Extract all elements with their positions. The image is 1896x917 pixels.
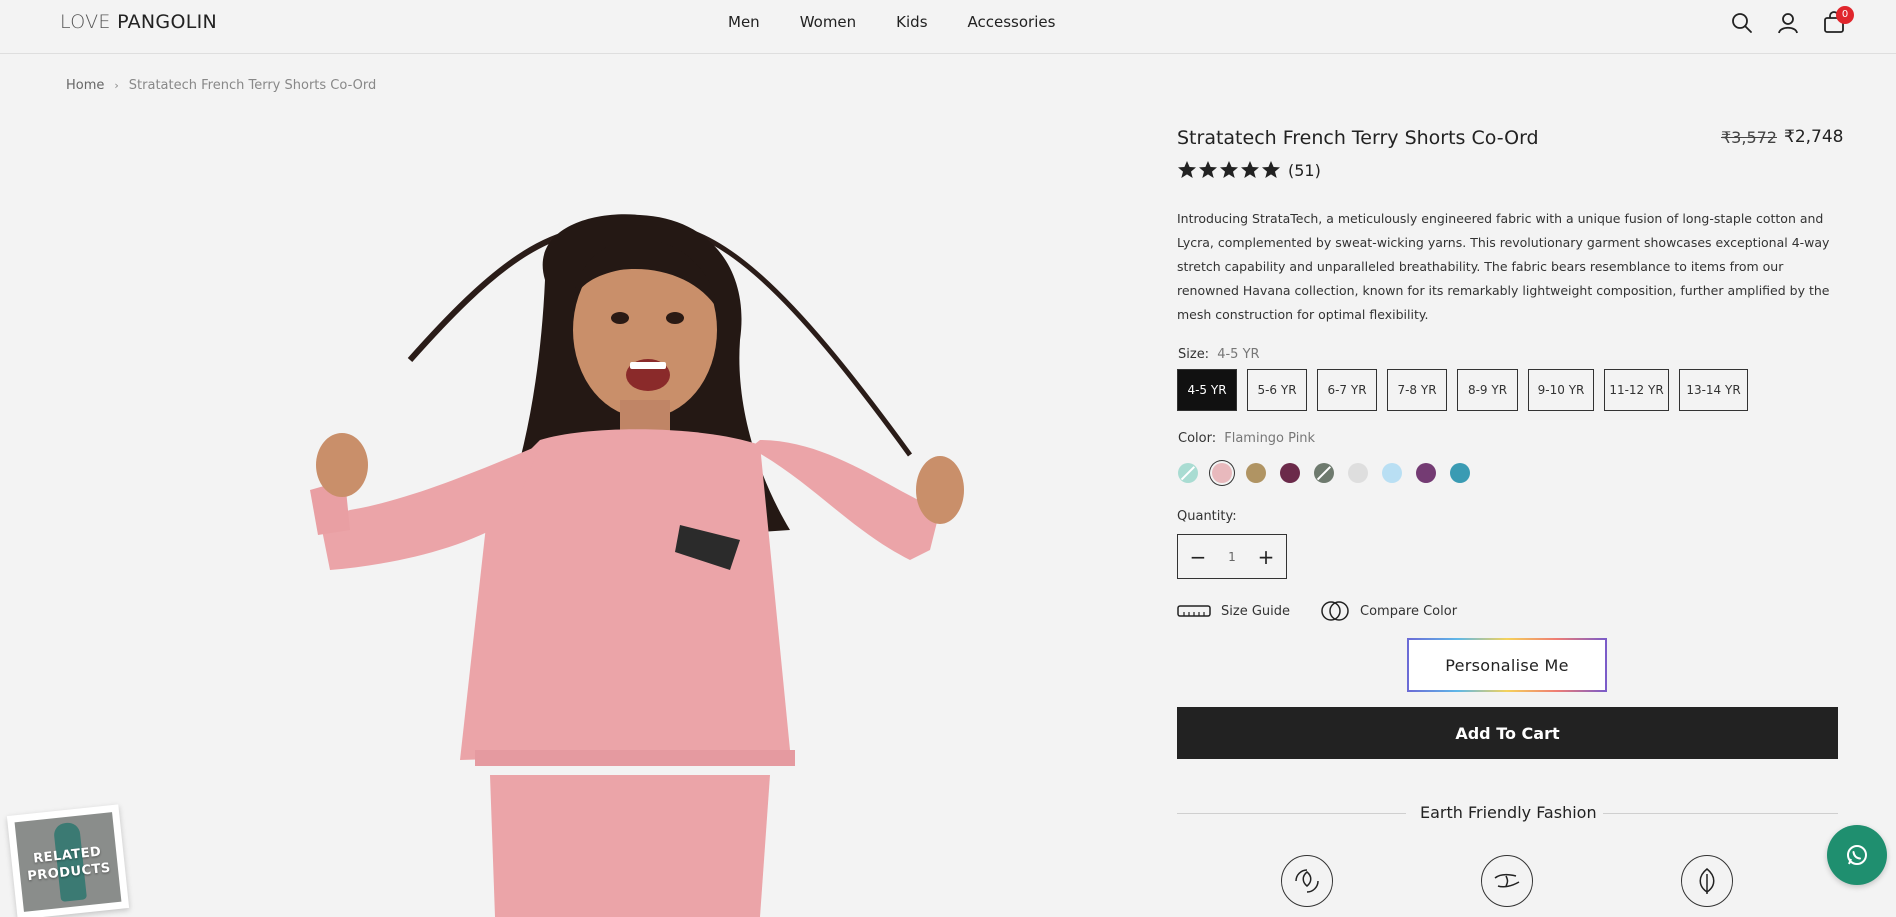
size-option-7-8[interactable]: 7-8 YR <box>1387 369 1447 411</box>
size-option-11-12[interactable]: 11-12 YR <box>1604 369 1669 411</box>
color-label-text: Color: <box>1178 431 1217 446</box>
whatsapp-icon <box>1847 845 1867 865</box>
color-swatch-light-grey[interactable] <box>1348 463 1368 483</box>
decrease-quantity-button[interactable]: − <box>1188 545 1208 569</box>
logo[interactable]: LOVE PANGOLIN <box>60 11 217 33</box>
compare-color-label: Compare Color <box>1360 603 1458 619</box>
original-price: ₹3,572 <box>1721 128 1777 147</box>
product-description: Introducing StrataTech, a meticulously e… <box>1177 211 1830 322</box>
size-guide-link[interactable]: Size Guide <box>1177 604 1290 619</box>
size-options: 4-5 YR 5-6 YR 6-7 YR 7-8 YR 8-9 YR 9-10 … <box>1177 369 1758 411</box>
breadcrumb-home[interactable]: Home <box>66 78 104 93</box>
whatsapp-chat-button[interactable] <box>1827 825 1887 885</box>
size-option-9-10[interactable]: 9-10 YR <box>1528 369 1594 411</box>
divider-right <box>1603 813 1838 814</box>
color-swatch-teal[interactable] <box>1450 463 1470 483</box>
size-label-text: Size: <box>1178 347 1210 362</box>
color-swatch-sky-blue[interactable] <box>1382 463 1402 483</box>
color-swatch-mint[interactable] <box>1178 463 1198 483</box>
nav-item-women[interactable]: Women <box>800 13 856 31</box>
product-title: Stratatech French Terry Shorts Co-Ord <box>1177 127 1539 149</box>
logo-part-pangolin: PANGOLIN <box>117 11 218 33</box>
divider-left <box>1177 813 1406 814</box>
color-swatch-flamingo-pink[interactable] <box>1212 463 1232 483</box>
color-swatch-olive-grey[interactable] <box>1314 463 1334 483</box>
breadcrumb-current: Stratatech French Terry Shorts Co-Ord <box>128 78 377 93</box>
review-count[interactable]: (51) <box>1288 161 1321 180</box>
size-guide-label: Size Guide <box>1221 603 1290 619</box>
color-swatch-wine[interactable] <box>1280 463 1300 483</box>
star-icon <box>1220 161 1238 178</box>
star-icon <box>1241 161 1259 178</box>
color-selected-value: Flamingo Pink <box>1224 431 1316 446</box>
size-label: Size: 4-5 YR <box>1178 347 1260 362</box>
earth-friendly-title: Earth Friendly Fashion <box>1420 803 1597 822</box>
related-products-label: RELATED PRODUCTS <box>18 842 119 886</box>
product-tools: Size Guide Compare Color <box>1177 600 1487 622</box>
nav-item-kids[interactable]: Kids <box>896 13 927 31</box>
personalise-button[interactable]: Personalise Me <box>1407 638 1607 692</box>
increase-quantity-button[interactable]: + <box>1256 545 1276 569</box>
related-products-widget[interactable]: RELATED PRODUCTS <box>6 804 130 917</box>
ruler-icon <box>1177 605 1211 617</box>
color-swatch-plum[interactable] <box>1416 463 1436 483</box>
color-swatches <box>1178 463 1484 483</box>
account-icon[interactable] <box>1775 10 1801 36</box>
hands-care-icon <box>1481 855 1533 907</box>
size-option-5-6[interactable]: 5-6 YR <box>1247 369 1307 411</box>
rating[interactable]: (51) <box>1177 160 1321 180</box>
quantity-stepper: − 1 + <box>1177 534 1287 579</box>
size-option-13-14[interactable]: 13-14 YR <box>1679 369 1748 411</box>
search-icon[interactable] <box>1729 10 1755 36</box>
size-option-4-5[interactable]: 4-5 YR <box>1177 369 1237 411</box>
quantity-input[interactable]: 1 <box>1228 550 1236 564</box>
site-header: LOVE PANGOLIN Men Women Kids Accessories… <box>0 0 1896 54</box>
related-products-thumbnail: RELATED PRODUCTS <box>14 812 122 912</box>
logo-part-love: LOVE <box>60 11 111 33</box>
compare-icon <box>1321 601 1349 621</box>
size-option-8-9[interactable]: 8-9 YR <box>1457 369 1518 411</box>
star-icon <box>1262 161 1280 178</box>
product-image[interactable] <box>290 190 990 917</box>
cart-count-badge: 0 <box>1836 6 1854 24</box>
size-selected-value: 4-5 YR <box>1217 347 1260 362</box>
sale-price: ₹2,748 <box>1784 127 1844 147</box>
color-label: Color: Flamingo Pink <box>1178 431 1315 446</box>
nav-item-men[interactable]: Men <box>728 13 760 31</box>
chevron-right-icon: › <box>114 79 119 92</box>
leaf-icon <box>1681 855 1733 907</box>
quantity-label: Quantity: <box>1177 509 1237 524</box>
breadcrumb: Home › Stratatech French Terry Shorts Co… <box>66 78 376 93</box>
add-to-cart-button[interactable]: Add To Cart <box>1177 707 1838 759</box>
color-swatch-khaki[interactable] <box>1246 463 1266 483</box>
nav-item-accessories[interactable]: Accessories <box>968 13 1056 31</box>
main-nav: Men Women Kids Accessories <box>728 13 1055 31</box>
compare-color-link[interactable]: Compare Color <box>1320 600 1457 622</box>
star-icon <box>1199 161 1217 178</box>
recycle-leaf-icon <box>1281 855 1333 907</box>
size-option-6-7[interactable]: 6-7 YR <box>1317 369 1377 411</box>
star-icon <box>1178 161 1196 178</box>
